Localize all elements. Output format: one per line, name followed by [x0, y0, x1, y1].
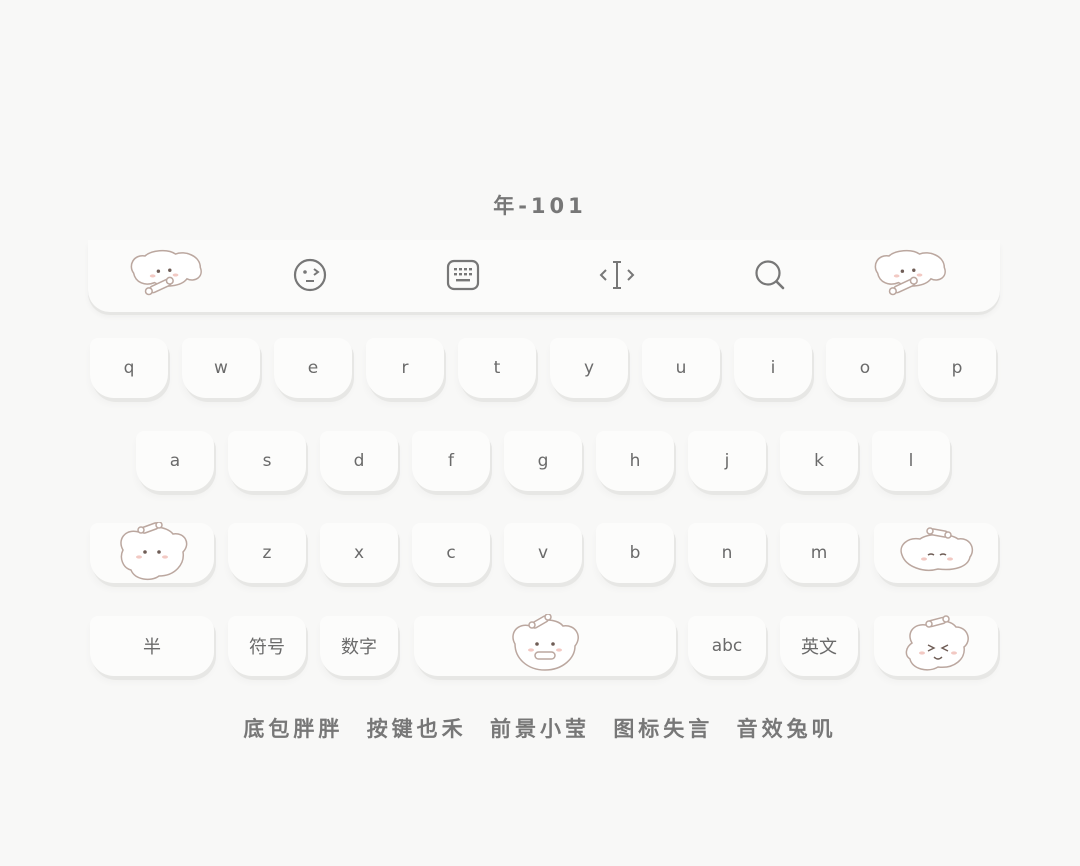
credit-keys: 按键也禾 — [366, 717, 467, 741]
puppy-sitting-icon — [120, 522, 188, 581]
key-u[interactable]: u — [642, 338, 720, 398]
key-p[interactable]: p — [918, 338, 996, 398]
emoji-face-icon — [293, 258, 327, 292]
key-o[interactable]: o — [826, 338, 904, 398]
key-b[interactable]: b — [596, 523, 674, 583]
half-width-key[interactable]: 半 — [90, 616, 214, 676]
puppy-bone-mouth-icon — [512, 614, 579, 671]
credit-base: 底包胖胖 — [243, 717, 344, 741]
key-h[interactable]: h — [596, 431, 674, 491]
enter-key[interactable] — [874, 615, 998, 676]
puppy-bone-icon — [130, 249, 202, 296]
keyboard-skin-preview: 年-101 q w e r t y u i o p a s d f g h j … — [0, 0, 1080, 866]
space-key[interactable] — [414, 614, 676, 676]
key-x[interactable]: x — [320, 523, 398, 583]
credit-foreground: 前景小莹 — [490, 717, 590, 741]
theme-title: 年-101 — [493, 194, 587, 218]
toolbar-cursor-button[interactable] — [577, 246, 657, 304]
english-label: 英文 — [801, 637, 837, 658]
puppy-bone-icon — [874, 249, 946, 296]
english-key[interactable]: 英文 — [780, 616, 858, 676]
toolbar-emoji-button[interactable] — [270, 246, 350, 304]
credit-sound: 音效兔叽 — [736, 717, 837, 741]
credit-icons: 图标失言 — [613, 717, 714, 741]
key-y[interactable]: y — [550, 338, 628, 398]
key-k[interactable]: k — [780, 431, 858, 491]
keyboard: q w e r t y u i o p a s d f g h j k l z … — [88, 240, 1000, 685]
key-l[interactable]: l — [872, 431, 950, 491]
key-i[interactable]: i — [734, 338, 812, 398]
key-r[interactable]: r — [366, 338, 444, 398]
numbers-key[interactable]: 数字 — [320, 616, 398, 676]
toolbar-puppy-left[interactable] — [126, 246, 206, 304]
puppy-lying-icon — [900, 527, 974, 571]
key-t[interactable]: t — [458, 338, 536, 398]
key-w[interactable]: w — [182, 338, 260, 398]
abc-label: abc — [711, 636, 743, 656]
toolbar-puppy-right[interactable] — [870, 246, 950, 304]
key-d[interactable]: d — [320, 431, 398, 491]
symbols-label: 符号 — [249, 637, 285, 658]
half-width-label: 半 — [143, 637, 161, 658]
search-icon — [755, 260, 785, 290]
key-g[interactable]: g — [504, 431, 582, 491]
text-cursor-icon — [599, 261, 635, 289]
key-m[interactable]: m — [780, 523, 858, 583]
key-e[interactable]: e — [274, 338, 352, 398]
key-q[interactable]: q — [90, 338, 168, 398]
toolbar-search-button[interactable] — [730, 246, 810, 304]
key-n[interactable]: n — [688, 523, 766, 583]
numbers-label: 数字 — [341, 637, 377, 658]
symbols-key[interactable]: 符号 — [228, 616, 306, 676]
key-a[interactable]: a — [136, 431, 214, 491]
key-z[interactable]: z — [228, 523, 306, 583]
abc-key[interactable]: abc — [688, 616, 766, 676]
puppy-bow-icon — [905, 615, 969, 671]
key-v[interactable]: v — [504, 523, 582, 583]
key-j[interactable]: j — [688, 431, 766, 491]
toolbar-keyboard-button[interactable] — [423, 246, 503, 304]
key-c[interactable]: c — [412, 523, 490, 583]
keyboard-toolbar — [88, 240, 1000, 312]
keyboard-icon — [446, 259, 480, 291]
credits-line: 底包胖胖 按键也禾 前景小莹 图标失言 音效兔叽 — [0, 713, 1080, 743]
shift-key[interactable] — [90, 522, 214, 583]
delete-key[interactable] — [874, 523, 998, 583]
key-s[interactable]: s — [228, 431, 306, 491]
key-f[interactable]: f — [412, 431, 490, 491]
